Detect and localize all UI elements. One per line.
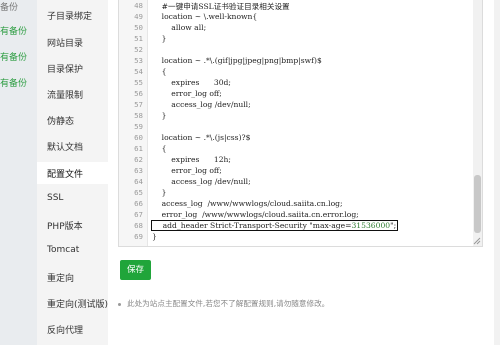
line-number: 56 — [134, 89, 143, 98]
highlighted-code-line: add_header Strict-Transport-Security "ma… — [150, 220, 399, 231]
code-line: access_log /dev/null; — [152, 100, 251, 109]
line-number: 55 — [134, 78, 143, 87]
line-number: 69 — [134, 232, 143, 241]
nav-item-dir-protection[interactable]: 目录保护 — [47, 62, 83, 75]
panel-scrollbar[interactable] — [494, 0, 500, 345]
code-line: expires 12h; — [152, 155, 231, 164]
settings-sidebar: 子目录绑定 网站目录 目录保护 流量限制 伪静态 默认文档 配置文件 SSL P… — [37, 0, 109, 345]
code-fragment: "; — [390, 221, 397, 230]
nav-item-config-file[interactable]: 配置文件 — [47, 167, 83, 180]
line-number: 67 — [134, 210, 143, 219]
nav-item-reverse-proxy[interactable]: 反向代理 — [47, 323, 83, 336]
strip-row: 有备份 — [0, 79, 28, 89]
line-number: 49 — [134, 12, 143, 21]
code-line: { — [152, 67, 167, 76]
code-editor[interactable]: 48 49 50 51 52 53 54 55 56 57 58 59 60 6… — [118, 0, 483, 247]
code-line: error_log /www/wwwlogs/cloud.saiita.cn.e… — [152, 210, 359, 219]
code-fragment: add_header Strict-Transport-Security "ma… — [153, 221, 352, 230]
save-button[interactable]: 保存 — [120, 260, 151, 280]
nav-item-default-doc[interactable]: 默认文档 — [47, 140, 83, 153]
code-line: expires 30d; — [152, 78, 231, 87]
config-warning-note: 此处为站点主配置文件,若您不了解配置规则,请勿随意修改。 — [118, 298, 329, 309]
line-number: 66 — [134, 199, 143, 208]
editor-scroll-thumb[interactable] — [474, 175, 481, 233]
line-number: 58 — [134, 111, 143, 120]
code-line: access_log /www/wwwlogs/cloud.saiita.cn.… — [152, 199, 343, 208]
line-number: 57 — [134, 100, 143, 109]
line-number: 60 — [134, 133, 143, 142]
line-number: 61 — [134, 144, 143, 153]
strip-row: 有备份 — [0, 53, 28, 63]
code-line: error_log off; — [152, 166, 222, 175]
config-panel: 48 49 50 51 52 53 54 55 56 57 58 59 60 6… — [108, 0, 500, 345]
note-text: 此处为站点主配置文件,若您不了解配置规则,请勿随意修改。 — [127, 299, 330, 308]
nav-item-rewrite[interactable]: 伪静态 — [47, 114, 74, 127]
code-line: #一键申请SSL证书验证目录相关设置 — [152, 2, 290, 11]
code-line: location ~ \.well-known{ — [152, 12, 258, 21]
nav-item-traffic-limit[interactable]: 流量限制 — [47, 88, 83, 101]
code-line: { — [152, 144, 167, 153]
resize-handle-icon[interactable] — [473, 237, 481, 245]
code-line: location ~ .*\.(gif|jpg|jpeg|png|bmp|swf… — [152, 56, 322, 65]
nav-item-redirect[interactable]: 重定向 — [47, 271, 74, 284]
nav-item-tomcat[interactable]: Tomcat — [47, 245, 79, 255]
strip-row: 有备份 — [0, 27, 28, 37]
left-strip: 备份 有备份 有备份 有备份 — [0, 0, 37, 345]
bullet-icon — [118, 302, 121, 306]
code-line: allow all; — [152, 23, 207, 32]
code-line: } — [152, 111, 167, 120]
line-number-gutter: 48 49 50 51 52 53 54 55 56 57 58 59 60 6… — [119, 0, 148, 246]
nav-item-subdir-binding[interactable]: 子目录绑定 — [47, 9, 92, 22]
line-number: 48 — [134, 1, 143, 10]
line-number: 62 — [134, 155, 143, 164]
code-line: error_log off; — [152, 89, 222, 98]
code-line: } — [152, 34, 167, 43]
nav-item-site-directory[interactable]: 网站目录 — [47, 36, 83, 49]
code-line: } — [152, 188, 167, 197]
line-number: 65 — [134, 188, 143, 197]
line-number: 50 — [134, 23, 143, 32]
nav-item-php-version[interactable]: PHP版本 — [47, 219, 83, 232]
strip-row: 备份 — [0, 3, 19, 13]
line-number: 53 — [134, 56, 143, 65]
max-age-value: 31536000 — [351, 221, 391, 230]
code-line: location ~ .*\.(js|css)?$ — [152, 133, 251, 142]
line-number: 59 — [134, 122, 143, 131]
code-line: } — [152, 232, 157, 241]
nav-item-ssl[interactable]: SSL — [47, 193, 63, 203]
code-line: access_log /dev/null; — [152, 177, 251, 186]
nav-item-redirect-beta[interactable]: 重定向(测试版) — [47, 297, 108, 310]
line-number: 52 — [134, 45, 143, 54]
line-number: 64 — [134, 177, 143, 186]
line-number: 63 — [134, 166, 143, 175]
line-number: 51 — [134, 34, 143, 43]
line-number: 68 — [134, 221, 143, 230]
editor-scrollbar[interactable] — [473, 0, 482, 246]
line-number: 54 — [134, 67, 143, 76]
